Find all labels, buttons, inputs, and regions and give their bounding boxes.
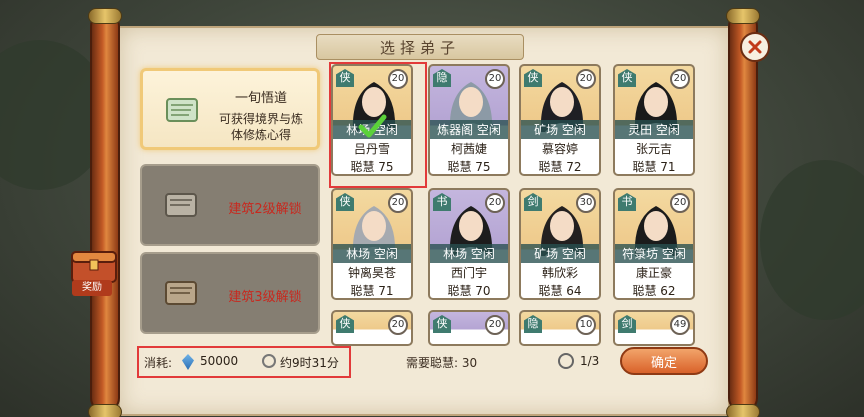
disciple-wisdom: 聪慧 72: [538, 160, 582, 174]
disciple-card[interactable]: 隐 20 炼器阁 空闲柯茜婕聪慧 75: [428, 64, 510, 176]
disciple-wisdom: 聪慧 64: [538, 284, 582, 298]
checkmark-icon: [358, 114, 387, 138]
disciple-name: 西门宇: [450, 266, 487, 280]
disciple-card[interactable]: 书 20 符箓坊 空闲康正豪聪慧 62: [613, 188, 695, 300]
locked-label: 建筑3级解锁: [228, 290, 302, 305]
rank-badge: 书: [618, 193, 636, 211]
scroll-rod-left: [88, 8, 122, 417]
page-title: 选择弟子: [379, 38, 460, 57]
rank-badge: 侠: [336, 315, 354, 333]
disciple-card-partial[interactable]: 侠 20: [428, 310, 510, 346]
disciple-card[interactable]: 侠 20 林场 空闲 吕丹雪 聪慧 75: [331, 64, 413, 176]
disciple-wisdom: 聪慧 71: [632, 160, 676, 174]
cost-label: 消耗:: [144, 356, 173, 370]
spirit-stone-icon: [182, 354, 194, 370]
close-icon: [748, 40, 762, 54]
disciple-card[interactable]: 侠 20 灵田 空闲张元吉聪慧 71: [613, 64, 695, 176]
title-banner: 选择弟子: [316, 34, 524, 60]
scroll-rod-right: [726, 8, 760, 417]
reward-label[interactable]: 奖励: [72, 280, 112, 296]
scroll-icon: [165, 281, 197, 305]
work-status: 矿场 空闲: [521, 120, 599, 139]
rank-badge: 隐: [433, 69, 451, 87]
level-badge: 20: [670, 193, 690, 213]
disciple-name: 韩欣彩: [541, 266, 578, 280]
disciple-wisdom: 聪慧 62: [632, 284, 676, 298]
rank-badge: 书: [433, 193, 451, 211]
disciple-name: 慕容婷: [541, 142, 578, 156]
level-badge: 20: [485, 193, 505, 213]
level-badge: 20: [388, 69, 408, 89]
level-badge: 49: [670, 315, 690, 335]
mode-card-yixun-wudao[interactable]: 一旬悟道 可获得境界与炼 体修炼心得: [140, 68, 320, 150]
disciple-count-icon: [558, 353, 574, 369]
rank-badge: 侠: [336, 193, 354, 211]
mode-card-title: 一旬悟道: [234, 91, 287, 106]
rank-badge: 隐: [524, 315, 542, 333]
clock-icon: [262, 354, 276, 368]
locked-label: 建筑2级解锁: [228, 202, 302, 217]
work-status: 炼器阁 空闲: [430, 120, 508, 139]
disciple-card[interactable]: 书 20 林场 空闲西门宇聪慧 70: [428, 188, 510, 300]
disciple-wisdom: 聪慧 75: [447, 160, 491, 174]
disciple-wisdom: 聪慧 70: [447, 284, 491, 298]
level-badge: 20: [388, 193, 408, 213]
disciple-card-partial[interactable]: 剑 49: [613, 310, 695, 346]
level-badge: 30: [576, 193, 596, 213]
rank-badge: 剑: [618, 315, 636, 333]
need-wisdom: 需要聪慧: 30: [406, 356, 478, 370]
rank-badge: 侠: [336, 69, 354, 87]
disciple-name: 康正豪: [635, 266, 672, 280]
disciple-card-partial[interactable]: 隐 10: [519, 310, 601, 346]
mode-card-locked-2[interactable]: 建筑2级解锁: [140, 164, 320, 246]
work-status: 灵田 空闲: [615, 120, 693, 139]
level-badge: 20: [485, 315, 505, 335]
disciple-name: 柯茜婕: [450, 142, 487, 156]
rank-badge: 侠: [618, 69, 636, 87]
disciple-name: 张元吉: [635, 142, 672, 156]
disciple-name: 吕丹雪: [353, 142, 390, 156]
disciple-name: 钟离昊苍: [347, 266, 396, 280]
disciple-card[interactable]: 侠 20 林场 空闲钟离昊苍聪慧 71: [331, 188, 413, 300]
level-badge: 20: [670, 69, 690, 89]
mode-card-locked-3[interactable]: 建筑3级解锁: [140, 252, 320, 334]
rank-badge: 侠: [433, 315, 451, 333]
disciple-wisdom: 聪慧 71: [350, 284, 394, 298]
level-badge: 20: [576, 69, 596, 89]
mode-card-desc: 可获得境界与炼 体修炼心得: [218, 112, 303, 142]
disciple-wisdom: 聪慧 75: [350, 160, 394, 174]
work-status: 林场 空闲: [333, 244, 411, 263]
work-status: 林场 空闲: [430, 244, 508, 263]
background-tree: [760, 160, 864, 320]
confirm-button[interactable]: 确定: [620, 347, 708, 375]
disciple-card-partial[interactable]: 侠 20: [331, 310, 413, 346]
bottom-bar: 消耗: 50000 约9时31分 需要聪慧: 30 1/3 确定: [138, 347, 712, 377]
level-badge: 20: [388, 315, 408, 335]
rank-badge: 剑: [524, 193, 542, 211]
cost-value: 50000: [200, 354, 239, 368]
disciple-count: 1/3: [580, 354, 600, 368]
time-value: 约9时31分: [280, 356, 339, 370]
level-badge: 20: [485, 69, 505, 89]
close-button[interactable]: [740, 32, 770, 62]
rank-badge: 侠: [524, 69, 542, 87]
disciple-card[interactable]: 侠 20 矿场 空闲慕容婷聪慧 72: [519, 64, 601, 176]
scroll-icon: [165, 193, 197, 217]
scroll-icon: [166, 98, 198, 122]
disciple-card[interactable]: 剑 30 矿场 空闲韩欣彩聪慧 64: [519, 188, 601, 300]
work-status: 矿场 空闲: [521, 244, 599, 263]
level-badge: 10: [576, 315, 596, 335]
work-status: 符箓坊 空闲: [615, 244, 693, 263]
